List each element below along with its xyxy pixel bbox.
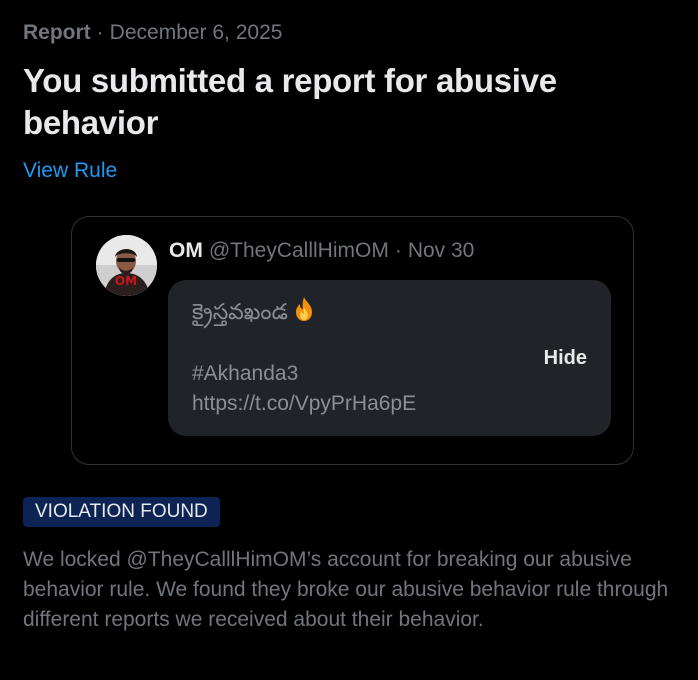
fire-icon bbox=[292, 296, 316, 330]
header-separator: · bbox=[394, 239, 402, 262]
page-title: You submitted a report for abusive behav… bbox=[23, 62, 557, 141]
tweet-text: క్రైస్తవఖండ bbox=[192, 296, 316, 330]
avatar-image: OM bbox=[96, 235, 157, 296]
report-explanation: We locked @TheyCalllHimOM’s account for … bbox=[23, 548, 669, 631]
tweet-hashtag[interactable]: #Akhanda3 bbox=[192, 359, 298, 389]
status-badge: VIOLATION FOUND bbox=[23, 497, 220, 527]
tweet-header: OM @TheyCalllHimOM · Nov 30 bbox=[169, 237, 474, 265]
reported-tweet-card[interactable]: OM OM @TheyCalllHimOM · Nov 30 క్రైస్తవఖండ … bbox=[71, 216, 634, 465]
report-label: Report bbox=[23, 21, 91, 44]
hide-button[interactable]: Hide bbox=[544, 344, 587, 372]
view-rule-link[interactable]: View Rule bbox=[23, 157, 117, 185]
tweet-content-box: క్రైస్తవఖండ #Akhanda3 https://t.co/VpyPr… bbox=[168, 280, 611, 436]
author-avatar[interactable]: OM bbox=[96, 235, 157, 296]
tweet-link[interactable]: https://t.co/VpyPrHa6pE bbox=[192, 389, 416, 419]
tweet-text-telugu: క్రైస్తవఖండ bbox=[192, 299, 288, 324]
meta-separator: · bbox=[96, 21, 104, 44]
author-handle[interactable]: @TheyCalllHimOM bbox=[209, 239, 389, 262]
avatar-logo-text: OM bbox=[115, 274, 137, 288]
tweet-date[interactable]: Nov 30 bbox=[408, 239, 475, 262]
report-meta: Report · December 6, 2025 bbox=[23, 20, 282, 46]
author-name[interactable]: OM bbox=[169, 239, 203, 262]
report-date: December 6, 2025 bbox=[109, 21, 283, 44]
